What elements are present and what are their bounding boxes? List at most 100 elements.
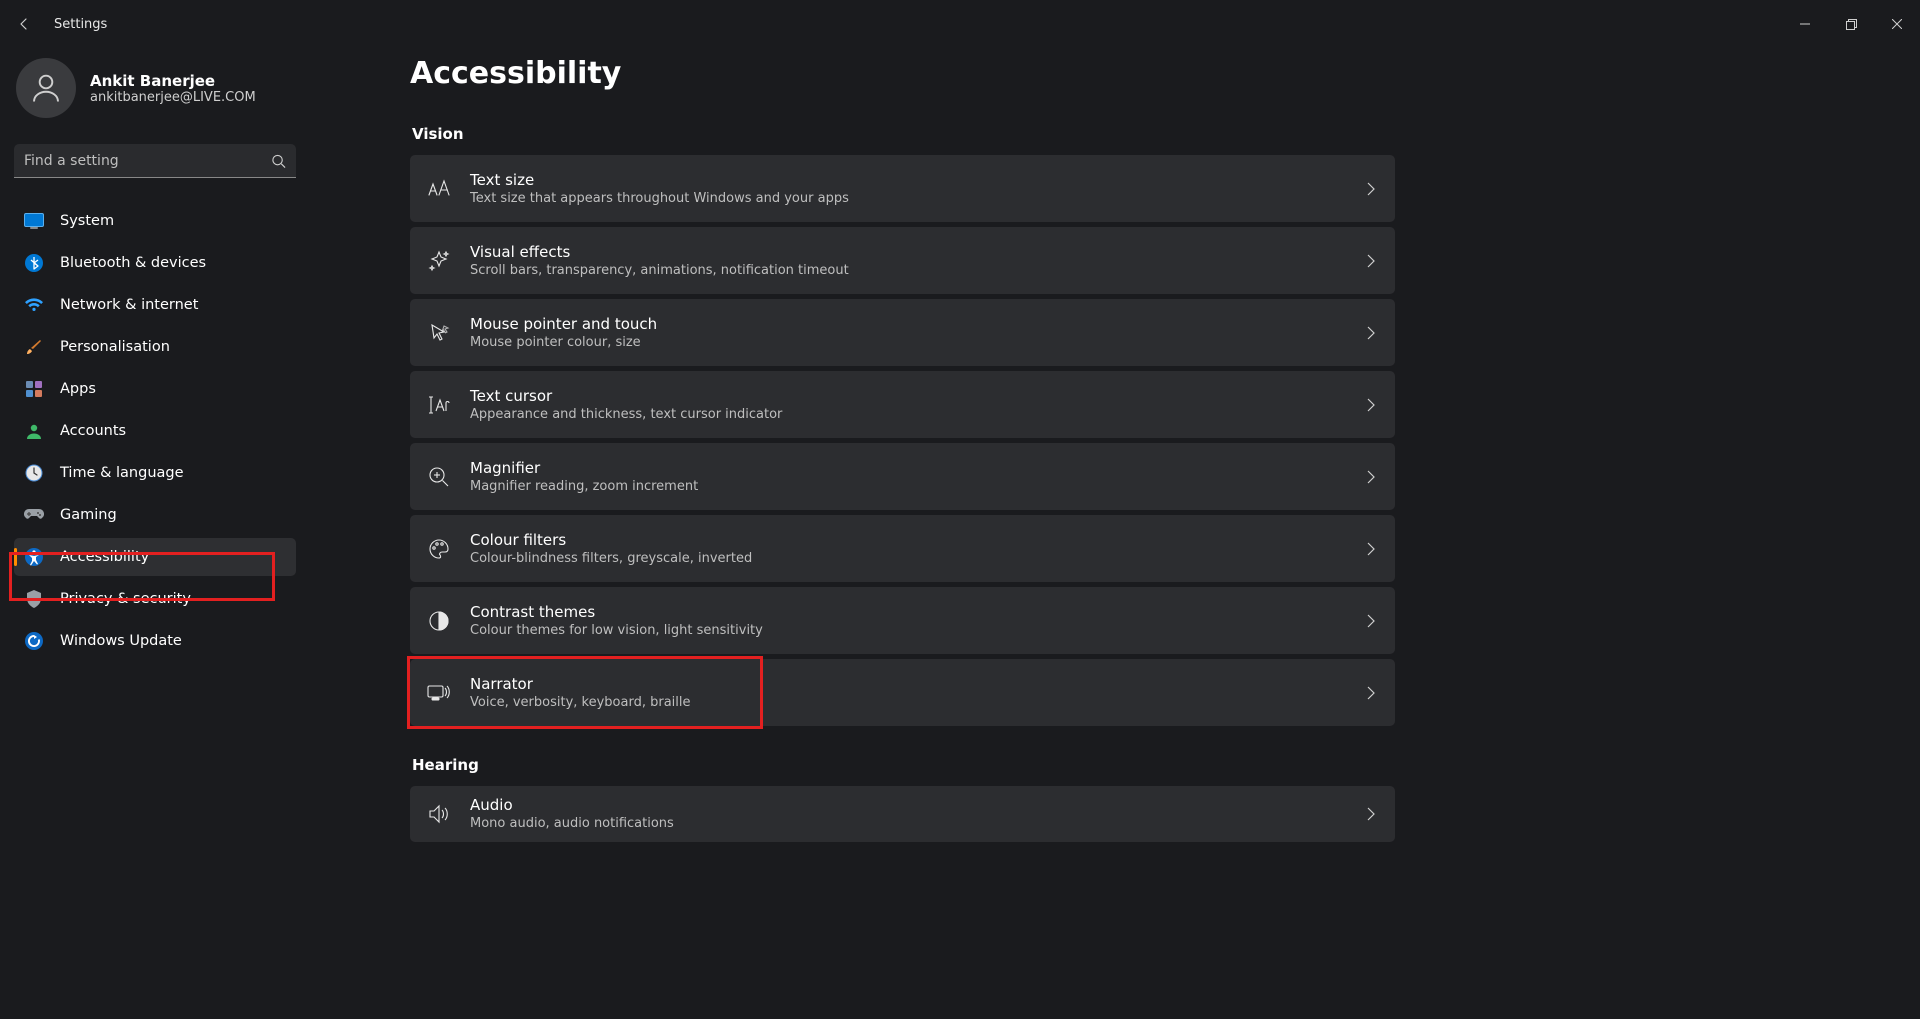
card-subtitle: Magnifier reading, zoom increment <box>470 478 1367 496</box>
sidebar-item-label: Personalisation <box>60 339 170 355</box>
sidebar-item-privacy[interactable]: Privacy & security <box>14 580 296 618</box>
paintbrush-icon <box>24 337 44 357</box>
sidebar-item-label: Accessibility <box>60 549 149 565</box>
card-mouse-pointer[interactable]: Mouse pointer and touch Mouse pointer co… <box>410 299 1395 366</box>
magnifier-icon <box>426 464 452 490</box>
sidebar-item-apps[interactable]: Apps <box>14 370 296 408</box>
sidebar-item-time[interactable]: Time & language <box>14 454 296 492</box>
text-cursor-icon <box>426 392 452 418</box>
titlebar: Settings <box>0 0 1920 48</box>
maximize-button[interactable] <box>1828 8 1874 40</box>
card-subtitle: Mono audio, audio notifications <box>470 815 1367 833</box>
user-block[interactable]: Ankit Banerjee ankitbanerjee@LIVE.COM <box>16 58 296 118</box>
card-subtitle: Colour themes for low vision, light sens… <box>470 622 1367 640</box>
chevron-right-icon <box>1367 398 1375 412</box>
accounts-icon <box>24 421 44 441</box>
sidebar-item-system[interactable]: System <box>14 202 296 240</box>
sidebar-item-label: Gaming <box>60 507 117 523</box>
bluetooth-icon <box>24 253 44 273</box>
card-list-vision: Text size Text size that appears through… <box>410 155 1896 726</box>
card-visual-effects[interactable]: Visual effects Scroll bars, transparency… <box>410 227 1395 294</box>
contrast-icon <box>426 608 452 634</box>
sidebar-item-personalisation[interactable]: Personalisation <box>14 328 296 366</box>
card-title: Magnifier <box>470 458 1367 478</box>
sidebar-item-label: Privacy & security <box>60 591 191 607</box>
section-heading-hearing: Hearing <box>412 756 1896 774</box>
sidebar-item-update[interactable]: Windows Update <box>14 622 296 660</box>
chevron-right-icon <box>1367 807 1375 821</box>
update-icon <box>24 631 44 651</box>
gamepad-icon <box>24 505 44 525</box>
card-magnifier[interactable]: Magnifier Magnifier reading, zoom increm… <box>410 443 1395 510</box>
close-icon <box>1892 19 1902 29</box>
card-title: Contrast themes <box>470 602 1367 622</box>
clock-icon <box>24 463 44 483</box>
card-title: Text cursor <box>470 386 1367 406</box>
shield-icon <box>24 589 44 609</box>
chevron-right-icon <box>1367 182 1375 196</box>
card-subtitle: Appearance and thickness, text cursor in… <box>470 406 1367 424</box>
sidebar: Ankit Banerjee ankitbanerjee@LIVE.COM Sy… <box>0 48 310 1019</box>
sidebar-item-label: System <box>60 213 114 229</box>
card-text-size[interactable]: Text size Text size that appears through… <box>410 155 1395 222</box>
card-contrast-themes[interactable]: Contrast themes Colour themes for low vi… <box>410 587 1395 654</box>
close-button[interactable] <box>1874 8 1920 40</box>
window-controls <box>1782 8 1920 40</box>
cursor-icon <box>426 320 452 346</box>
chevron-right-icon <box>1367 686 1375 700</box>
chevron-right-icon <box>1367 614 1375 628</box>
card-narrator[interactable]: Narrator Voice, verbosity, keyboard, bra… <box>410 659 1395 726</box>
sidebar-item-accessibility[interactable]: Accessibility <box>14 538 296 576</box>
chevron-right-icon <box>1367 542 1375 556</box>
avatar <box>16 58 76 118</box>
window-title: Settings <box>54 17 107 32</box>
minimize-icon <box>1800 19 1810 29</box>
chevron-right-icon <box>1367 326 1375 340</box>
user-name: Ankit Banerjee <box>90 72 256 90</box>
system-icon <box>24 211 44 231</box>
card-title: Text size <box>470 170 1367 190</box>
user-icon <box>28 70 64 106</box>
content: Accessibility Vision Text size Text size… <box>310 48 1920 1019</box>
section-heading-vision: Vision <box>412 125 1896 143</box>
search-input[interactable] <box>14 144 296 178</box>
chevron-right-icon <box>1367 254 1375 268</box>
accessibility-icon <box>24 547 44 567</box>
sparkle-icon <box>426 248 452 274</box>
card-colour-filters[interactable]: Colour filters Colour-blindness filters,… <box>410 515 1395 582</box>
maximize-icon <box>1846 19 1857 30</box>
back-button[interactable] <box>12 12 36 36</box>
chevron-right-icon <box>1367 470 1375 484</box>
sidebar-item-network[interactable]: Network & internet <box>14 286 296 324</box>
text-size-icon <box>426 176 452 202</box>
sidebar-item-label: Apps <box>60 381 96 397</box>
card-subtitle: Text size that appears throughout Window… <box>470 190 1367 208</box>
apps-icon <box>24 379 44 399</box>
card-title: Visual effects <box>470 242 1367 262</box>
narrator-icon <box>426 680 452 706</box>
sidebar-item-accounts[interactable]: Accounts <box>14 412 296 450</box>
card-list-hearing: Audio Mono audio, audio notifications <box>410 786 1896 842</box>
card-title: Colour filters <box>470 530 1367 550</box>
sidebar-item-label: Accounts <box>60 423 126 439</box>
audio-icon <box>426 801 452 827</box>
palette-icon <box>426 536 452 562</box>
card-title: Audio <box>470 795 1367 815</box>
card-subtitle: Colour-blindness filters, greyscale, inv… <box>470 550 1367 568</box>
page-title: Accessibility <box>410 56 1896 91</box>
arrow-left-icon <box>16 16 32 32</box>
wifi-icon <box>24 295 44 315</box>
sidebar-item-label: Network & internet <box>60 297 198 313</box>
sidebar-item-label: Time & language <box>60 465 184 481</box>
minimize-button[interactable] <box>1782 8 1828 40</box>
user-email: ankitbanerjee@LIVE.COM <box>90 90 256 105</box>
card-title: Mouse pointer and touch <box>470 314 1367 334</box>
sidebar-item-label: Bluetooth & devices <box>60 255 206 271</box>
card-subtitle: Voice, verbosity, keyboard, braille <box>470 694 1367 712</box>
card-text-cursor[interactable]: Text cursor Appearance and thickness, te… <box>410 371 1395 438</box>
sidebar-item-bluetooth[interactable]: Bluetooth & devices <box>14 244 296 282</box>
sidebar-item-gaming[interactable]: Gaming <box>14 496 296 534</box>
card-audio[interactable]: Audio Mono audio, audio notifications <box>410 786 1395 842</box>
card-subtitle: Scroll bars, transparency, animations, n… <box>470 262 1367 280</box>
sidebar-item-label: Windows Update <box>60 633 182 649</box>
